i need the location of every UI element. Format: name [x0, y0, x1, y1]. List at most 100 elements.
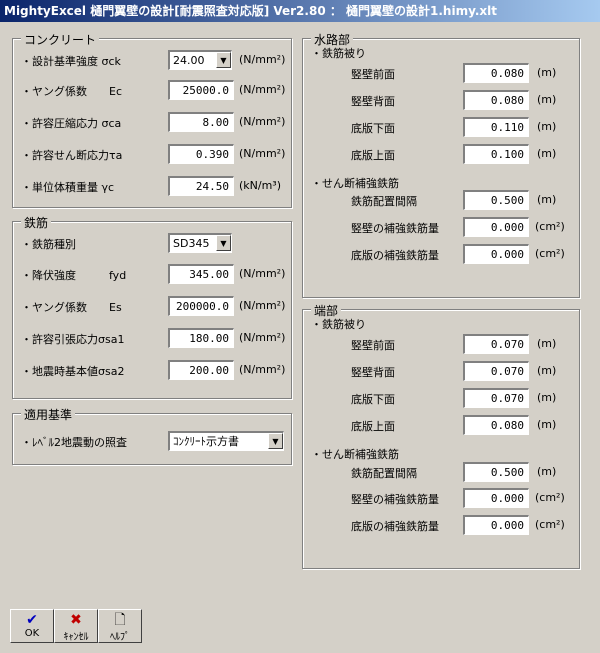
young-modulus-c-input[interactable]: 25000.0: [168, 80, 234, 100]
cancel-label: ｷｬﾝｾﾙ: [63, 632, 89, 643]
unit-weight-input[interactable]: 24.50: [168, 176, 234, 196]
level2-check-select[interactable]: ｺﾝｸﾘｰﾄ示方書 ▼: [168, 431, 284, 451]
design-strength-row: ・設計基準強度 σck 24.00 ▼ (N/mm²): [13, 50, 291, 70]
young-modulus-c-unit: (N/mm²): [239, 83, 286, 96]
waterway-shear-input[interactable]: 0.000: [463, 217, 529, 237]
end-cover-label: 竪壁背面: [351, 366, 395, 379]
end-cover-unit: (m): [537, 364, 557, 377]
young-modulus-s-input[interactable]: 200000.0: [168, 296, 234, 316]
allowable-tensile-input[interactable]: 180.00: [168, 328, 234, 348]
x-icon: ✖: [70, 612, 82, 628]
waterway-shear-label: 竪壁の補強鉄筋量: [351, 222, 439, 235]
yield-strength-label: ・降伏強度 fyd: [21, 269, 127, 282]
end-shear-input[interactable]: 0.500: [463, 462, 529, 482]
unit-weight-label: ・単位体積重量 γc: [21, 181, 115, 194]
young-modulus-s-row: ・ヤング係数 Es 200000.0 (N/mm²): [13, 296, 291, 316]
help-button[interactable]: 🗋 ﾍﾙﾌﾟ: [98, 609, 142, 643]
end-cover-unit: (m): [537, 418, 557, 431]
young-modulus-c-row: ・ヤング係数 Ec 25000.0 (N/mm²): [13, 80, 291, 100]
design-strength-label: ・設計基準強度 σck: [21, 55, 121, 68]
ok-button[interactable]: ✔ OK: [10, 609, 54, 643]
young-modulus-c-label: ・ヤング係数 Ec: [21, 85, 122, 98]
level2-check-label: ・ﾚﾍﾞﾙ2地震動の照査: [21, 436, 127, 449]
waterway-cover-row: 竪壁背面 0.080 (m): [303, 90, 579, 110]
allowable-tensile-row: ・許容引張応力σsa1 180.00 (N/mm²): [13, 328, 291, 348]
design-strength-select[interactable]: 24.00 ▼: [168, 50, 232, 70]
waterway-shear-row: 底版の補強鉄筋量 0.000 (cm²): [303, 244, 579, 264]
allowable-compressive-unit: (N/mm²): [239, 115, 286, 128]
waterway-shear-input[interactable]: 0.000: [463, 244, 529, 264]
allowable-shear-input[interactable]: 0.390: [168, 144, 234, 164]
concrete-group: コンクリート ・設計基準強度 σck 24.00 ▼ (N/mm²) ・ヤング係…: [12, 31, 292, 208]
end-cover-label: 底版下面: [351, 393, 395, 406]
end-shear-row: 底版の補強鉄筋量 0.000 (cm²): [303, 515, 579, 535]
end-shear-row: 鉄筋配置間隔 0.500 (m): [303, 462, 579, 482]
end-cover-unit: (m): [537, 337, 557, 350]
end-cover-unit: (m): [537, 391, 557, 404]
end-cover-title: ・鉄筋被り: [311, 318, 366, 331]
dialog-window: MightyExcel 樋門翼壁の設計[耐震照査対応版] Ver2.80 ： 樋…: [0, 0, 600, 653]
window-title: MightyExcel 樋門翼壁の設計[耐震照査対応版] Ver2.80 ： 樋…: [0, 0, 600, 22]
waterway-cover-label: 竪壁前面: [351, 68, 395, 81]
design-strength-unit: (N/mm²): [239, 53, 286, 66]
waterway-cover-input[interactable]: 0.110: [463, 117, 529, 137]
waterway-cover-input[interactable]: 0.080: [463, 90, 529, 110]
check-icon: ✔: [26, 612, 38, 628]
help-label: ﾍﾙﾌﾟ: [110, 632, 130, 643]
waterway-shear-unit: (m): [537, 193, 557, 206]
rebar-group: 鉄筋 ・鉄筋種別 SD345 ▼ ・降伏強度 fyd 345.00 (N/mm²…: [12, 214, 292, 399]
waterway-shear-title: ・せん断補強鉄筋: [311, 177, 399, 190]
waterway-shear-unit: (cm²): [535, 247, 565, 260]
end-shear-label: 竪壁の補強鉄筋量: [351, 493, 439, 506]
end-cover-input[interactable]: 0.070: [463, 334, 529, 354]
yield-strength-input[interactable]: 345.00: [168, 264, 234, 284]
allowable-compressive-row: ・許容圧縮応力 σca 8.00 (N/mm²): [13, 112, 291, 132]
cancel-button[interactable]: ✖ ｷｬﾝｾﾙ: [54, 609, 98, 643]
allowable-shear-unit: (N/mm²): [239, 147, 286, 160]
waterway-cover-unit: (m): [537, 66, 557, 79]
end-cover-row: 底版上面 0.080 (m): [303, 415, 579, 435]
end-shear-unit: (cm²): [535, 518, 565, 531]
rebar-type-select[interactable]: SD345 ▼: [168, 233, 232, 253]
document-icon: 🗋: [114, 612, 126, 628]
end-group: 端部 ・鉄筋被り 竪壁前面 0.070 (m) 竪壁背面 0.070 (m) 底…: [302, 302, 580, 569]
rebar-type-label: ・鉄筋種別: [21, 238, 76, 251]
rebar-type-row: ・鉄筋種別 SD345 ▼: [13, 233, 291, 253]
waterway-cover-input[interactable]: 0.080: [463, 63, 529, 83]
waterway-shear-label: 鉄筋配置間隔: [351, 195, 417, 208]
end-shear-unit: (m): [537, 465, 557, 478]
allowable-compressive-input[interactable]: 8.00: [168, 112, 234, 132]
end-shear-input[interactable]: 0.000: [463, 488, 529, 508]
chevron-down-icon[interactable]: ▼: [216, 52, 231, 68]
end-shear-input[interactable]: 0.000: [463, 515, 529, 535]
end-cover-input[interactable]: 0.070: [463, 361, 529, 381]
chevron-down-icon[interactable]: ▼: [216, 235, 231, 251]
bottom-toolbar: ✔ OK ✖ ｷｬﾝｾﾙ 🗋 ﾍﾙﾌﾟ: [10, 609, 142, 643]
waterway-shear-row: 竪壁の補強鉄筋量 0.000 (cm²): [303, 217, 579, 237]
waterway-shear-row: 鉄筋配置間隔 0.500 (m): [303, 190, 579, 210]
waterway-shear-input[interactable]: 0.500: [463, 190, 529, 210]
chevron-down-icon[interactable]: ▼: [268, 433, 283, 449]
end-shear-unit: (cm²): [535, 491, 565, 504]
seismic-basic-input[interactable]: 200.00: [168, 360, 234, 380]
seismic-basic-row: ・地震時基本値σsa2 200.00 (N/mm²): [13, 360, 291, 380]
waterway-cover-unit: (m): [537, 93, 557, 106]
end-cover-row: 竪壁前面 0.070 (m): [303, 334, 579, 354]
rebar-type-value: SD345: [173, 237, 210, 250]
standard-group: 適用基準 ・ﾚﾍﾞﾙ2地震動の照査 ｺﾝｸﾘｰﾄ示方書 ▼: [12, 406, 292, 465]
allowable-tensile-label: ・許容引張応力σsa1: [21, 333, 125, 346]
rebar-group-title: 鉄筋: [21, 214, 52, 231]
waterway-group: 水路部 ・鉄筋被り 竪壁前面 0.080 (m) 竪壁背面 0.080 (m) …: [302, 31, 580, 298]
level2-check-value: ｺﾝｸﾘｰﾄ示方書: [173, 435, 239, 448]
waterway-cover-row: 底版下面 0.110 (m): [303, 117, 579, 137]
waterway-cover-label: 底版上面: [351, 149, 395, 162]
end-cover-input[interactable]: 0.070: [463, 388, 529, 408]
concrete-group-title: コンクリート: [21, 31, 100, 48]
waterway-cover-label: 底版下面: [351, 122, 395, 135]
end-cover-label: 竪壁前面: [351, 339, 395, 352]
seismic-basic-label: ・地震時基本値σsa2: [21, 365, 125, 378]
waterway-cover-input[interactable]: 0.100: [463, 144, 529, 164]
level2-check-row: ・ﾚﾍﾞﾙ2地震動の照査 ｺﾝｸﾘｰﾄ示方書 ▼: [13, 431, 291, 451]
end-cover-input[interactable]: 0.080: [463, 415, 529, 435]
allowable-compressive-label: ・許容圧縮応力 σca: [21, 117, 122, 130]
